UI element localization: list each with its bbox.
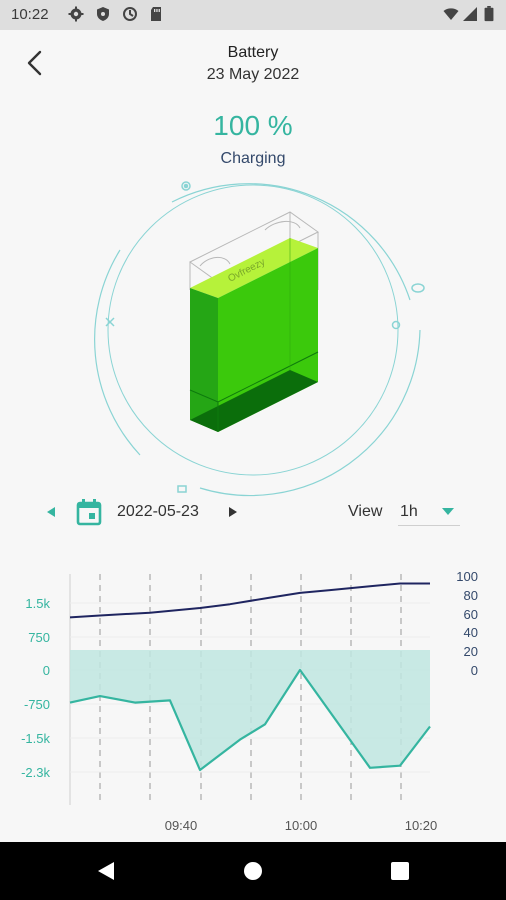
left-axis-tick-label: 1.5k	[25, 596, 50, 611]
sd-card-icon	[151, 7, 161, 21]
view-dropdown[interactable]: 1h	[398, 496, 460, 526]
power-area-top-band	[70, 650, 430, 670]
settings-icon	[68, 6, 84, 22]
right-axis-tick-label: 80	[464, 588, 478, 603]
battery-illustration: Ovfreezy	[94, 181, 425, 497]
dropdown-arrow-icon	[442, 508, 454, 515]
view-dropdown-value: 1h	[400, 503, 418, 520]
calendar-icon[interactable]	[76, 498, 102, 526]
page-title: Battery	[227, 44, 279, 61]
page-subtitle-date: 23 May 2022	[206, 66, 300, 83]
header: Battery 23 May 2022	[0, 30, 506, 92]
power-area	[70, 650, 430, 770]
wifi-icon	[443, 8, 459, 20]
back-triangle-icon[interactable]	[94, 859, 118, 883]
right-axis-tick-label: 0	[471, 663, 478, 678]
x-axis-tick-label: 10:00	[285, 818, 318, 833]
battery-level-line	[69, 582, 430, 619]
charging-status: Charging	[220, 150, 286, 167]
home-circle-icon[interactable]	[241, 859, 265, 883]
cellular-signal-icon	[463, 7, 477, 21]
left-axis-tick-label: -1.5k	[21, 731, 50, 746]
recents-square-icon[interactable]	[388, 859, 412, 883]
selected-date[interactable]: 2022-05-23	[117, 503, 199, 521]
right-axis-tick-label: 60	[464, 607, 478, 622]
data-saver-icon	[123, 7, 137, 21]
shield-icon	[97, 7, 109, 21]
left-axis-tick-label: -750	[24, 697, 50, 712]
battery-chart: 1.5k 750 0 -750 -1.5k -2.3k 100 80 60 40 20 0 09:4…	[21, 569, 478, 833]
next-date-button[interactable]	[225, 504, 239, 520]
status-bar: 10:22	[0, 0, 506, 30]
battery-percent: 100 %	[213, 110, 293, 141]
right-axis-tick-label: 100	[456, 569, 478, 584]
battery-body: Ovfreezy	[189, 238, 319, 432]
status-time: 10:22	[11, 6, 49, 23]
right-axis-tick-label: 20	[464, 644, 478, 659]
right-axis-tick-label: 40	[464, 625, 478, 640]
left-axis: 1.5k 750 0 -750 -1.5k -2.3k	[21, 596, 50, 780]
right-axis: 100 80 60 40 20 0	[456, 569, 478, 678]
left-axis-tick-label: 750	[28, 630, 50, 645]
power-area-fill	[70, 670, 430, 770]
x-axis: 09:40 10:00 10:20	[165, 818, 438, 833]
battery-icon	[484, 6, 494, 22]
x-axis-tick-label: 09:40	[165, 818, 198, 833]
left-axis-tick-label: -2.3k	[21, 765, 50, 780]
previous-date-button[interactable]	[44, 504, 58, 520]
x-axis-tick-label: 10:20	[405, 818, 438, 833]
view-label: View	[348, 503, 383, 520]
left-axis-tick-label: 0	[43, 663, 50, 678]
date-navigation: 2022-05-23 View 1h	[0, 492, 506, 532]
system-nav-bar	[0, 842, 506, 900]
